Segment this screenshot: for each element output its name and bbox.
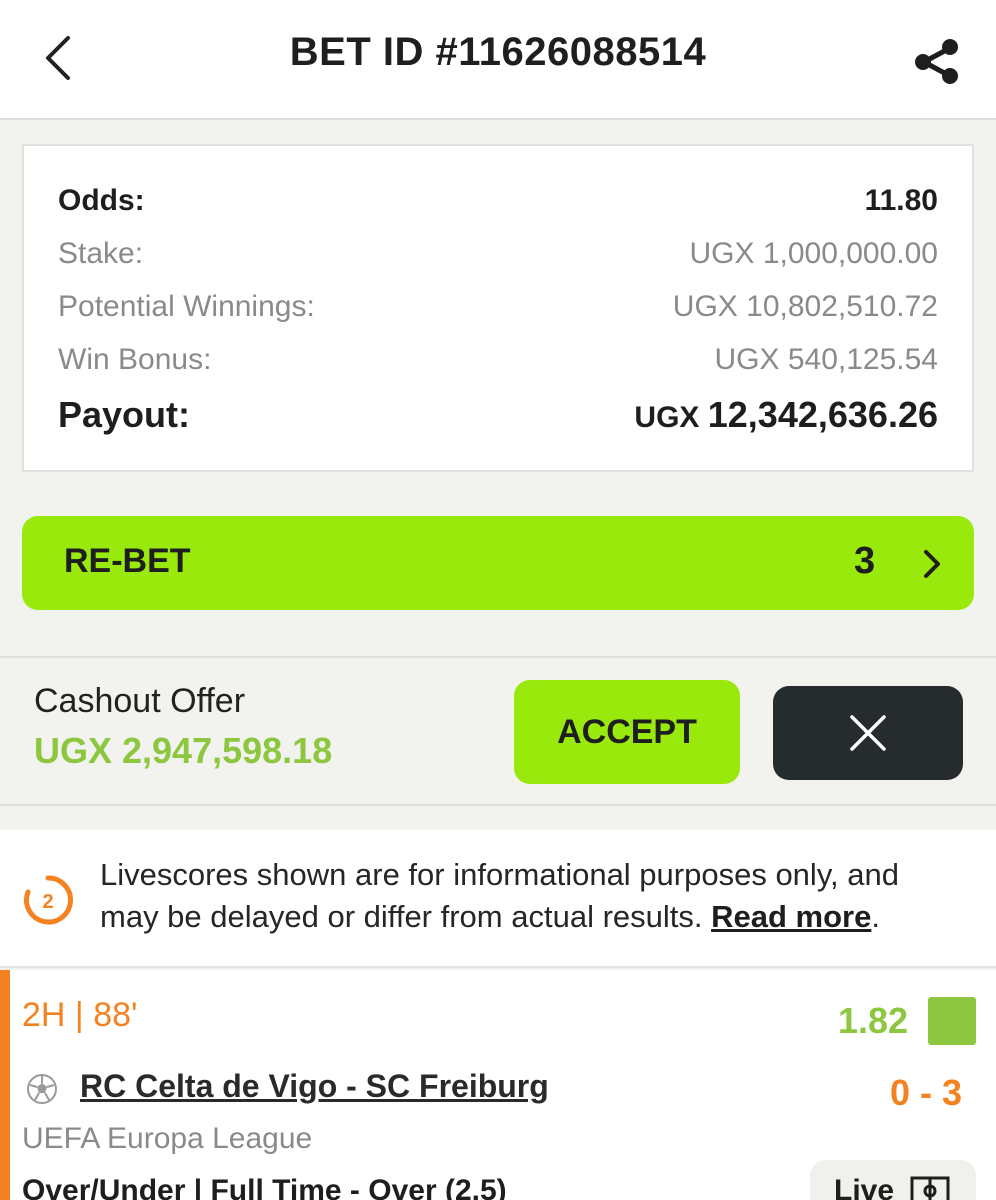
payout-label: Payout: — [58, 394, 191, 435]
stake-row: Stake: UGX 1,000,000.00 — [58, 237, 938, 271]
win-bonus-row: Win Bonus: UGX 540,125.54 — [58, 343, 938, 377]
win-status-indicator — [928, 997, 976, 1045]
stake-value: UGX 1,000,000.00 — [689, 237, 938, 270]
market-selection: Over/Under | Full Time - Over (2.5) — [22, 1174, 507, 1200]
reject-cashout-button[interactable] — [773, 686, 963, 780]
countdown-icon: 2 — [24, 875, 73, 925]
cashout-amount: UGX 2,947,598.18 — [34, 730, 333, 771]
win-bonus-value: UGX 540,125.54 — [714, 343, 939, 376]
read-more-link[interactable]: Read more — [711, 899, 871, 934]
rebet-button[interactable]: RE-BET 3 — [22, 516, 974, 610]
payout-row: Payout: UGX 12,342,636.26 — [58, 394, 938, 436]
chevron-right-icon — [924, 550, 940, 578]
live-button[interactable]: Live — [810, 1160, 976, 1200]
league-name: UEFA Europa League — [22, 1122, 313, 1155]
notice-text: Livescores shown are for informational p… — [100, 854, 950, 938]
potential-winnings-label: Potential Winnings: — [58, 290, 315, 323]
match-time: 2H | 88' — [22, 996, 138, 1034]
odds-row: Odds: 11.80 — [58, 184, 938, 218]
odds-label: Odds: — [58, 184, 145, 217]
soccer-ball-icon — [27, 1074, 57, 1104]
match-card[interactable]: 2H | 88' 1.82 RC Celta de Vigo - SC Frei… — [0, 970, 996, 1200]
rebet-count: 3 — [854, 540, 876, 582]
accept-button[interactable]: ACCEPT — [514, 680, 740, 784]
payout-value: UGX 12,342,636.26 — [634, 394, 938, 436]
share-icon — [915, 39, 958, 84]
page-title: BET ID #11626088514 — [289, 30, 707, 74]
payout-currency: UGX — [634, 401, 700, 434]
payout-amount: 12,342,636.26 — [707, 394, 938, 435]
close-icon — [850, 715, 886, 751]
selection-odds: 1.82 — [838, 1000, 909, 1041]
potential-winnings-value: UGX 10,802,510.72 — [672, 290, 938, 323]
match-name-link[interactable]: RC Celta de Vigo - SC Freiburg — [80, 1068, 549, 1105]
win-bonus-label: Win Bonus: — [58, 343, 212, 376]
top-bar: BET ID #11626088514 — [0, 0, 996, 120]
bet-summary-card: Odds: 11.80 Stake: UGX 1,000,000.00 Pote… — [22, 144, 974, 472]
notice-period: . — [871, 899, 880, 934]
pitch-icon — [910, 1176, 950, 1200]
rebet-label: RE-BET — [64, 542, 191, 580]
live-label: Live — [834, 1174, 895, 1200]
countdown-badge: 2 — [42, 891, 53, 913]
stake-label: Stake: — [58, 237, 144, 270]
potential-winnings-row: Potential Winnings: UGX 10,802,510.72 — [58, 290, 938, 324]
match-score: 0 - 3 — [890, 1072, 963, 1113]
cashout-title: Cashout Offer — [34, 682, 246, 720]
odds-value: 11.80 — [864, 184, 938, 217]
share-button[interactable] — [910, 36, 966, 86]
livescore-notice: 2 Livescores shown are for informational… — [0, 830, 996, 968]
cashout-section: Cashout Offer UGX 2,947,598.18 ACCEPT — [0, 656, 996, 806]
